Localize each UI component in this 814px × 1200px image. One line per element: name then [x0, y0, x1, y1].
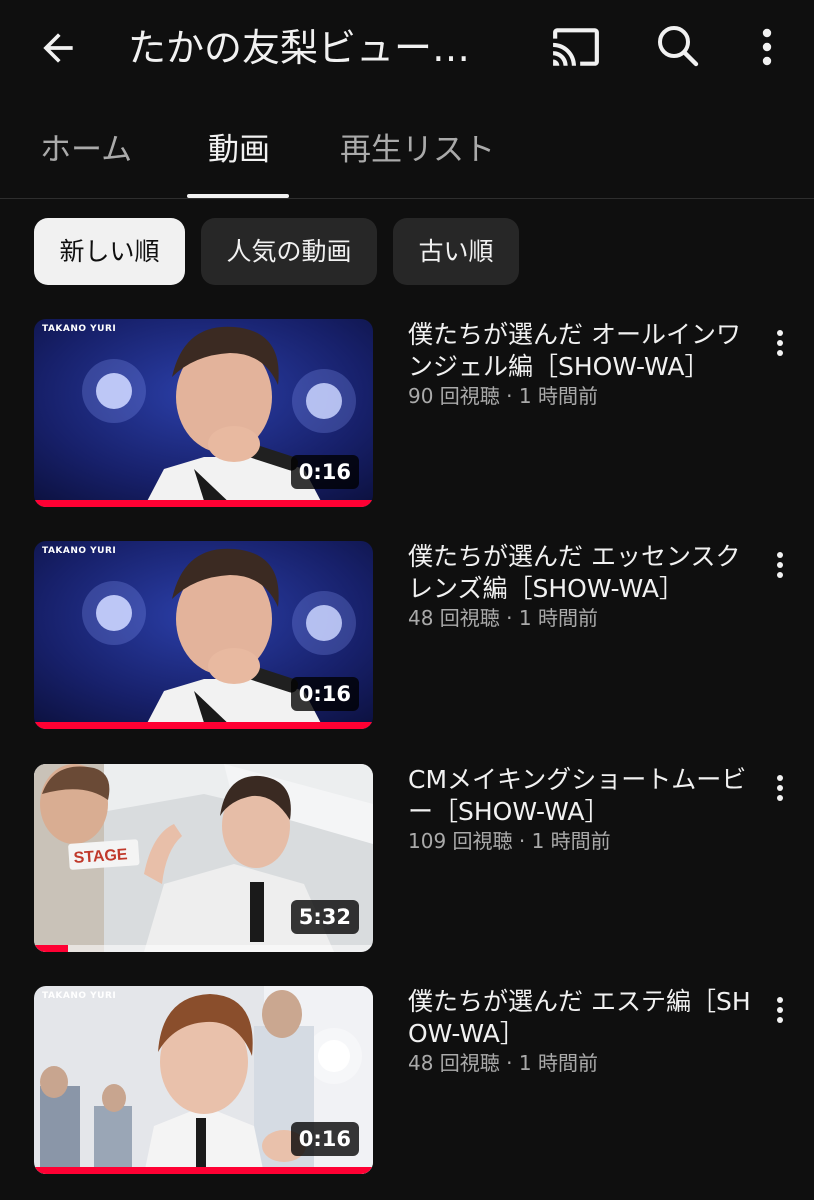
channel-brand-text: TAKANO YURI — [42, 991, 117, 1001]
app-bar: たかの友梨ビュー… — [0, 0, 814, 100]
video-duration: 5:32 — [290, 900, 359, 934]
video-title[interactable]: 僕たちが選んだ エステ編［SHOW-WA］ — [408, 986, 753, 1050]
video-title[interactable]: CMメイキングショートムービー［SHOW-WA］ — [408, 764, 753, 828]
tab-home[interactable]: ホーム — [40, 126, 132, 174]
more-options-button[interactable] — [746, 22, 788, 72]
video-item[interactable]: TAKANO YURI 0:16 僕たちが選んだ エステ編［SHOW-WA］ 4… — [0, 986, 814, 1176]
channel-brand-text: TAKANO YURI — [42, 546, 117, 556]
back-button[interactable] — [30, 24, 86, 72]
video-meta: 48 回視聴 · 1 時間前 — [408, 1051, 598, 1075]
watch-progress-bar — [34, 945, 373, 952]
video-more-button[interactable] — [764, 990, 796, 1030]
video-thumbnail[interactable]: TAKANO YURI 0:16 — [34, 319, 373, 507]
video-title[interactable]: 僕たちが選んだ エッセンスクレンズ編［SHOW-WA］ — [408, 541, 753, 605]
watch-progress-bar — [34, 500, 373, 507]
video-more-button[interactable] — [764, 768, 796, 808]
watch-progress-fill — [34, 500, 373, 507]
chip-newest[interactable]: 新しい順 — [34, 218, 185, 285]
video-more-button[interactable] — [764, 323, 796, 363]
video-item[interactable]: TAKANO YURI 0:16 僕たちが選んだ エッセンスクレンズ編［SHOW… — [0, 541, 814, 731]
more-vert-icon — [777, 775, 783, 801]
chip-oldest[interactable]: 古い順 — [393, 218, 519, 285]
more-vert-icon — [777, 330, 783, 356]
tab-playlists[interactable]: 再生リスト — [340, 126, 495, 174]
video-meta: 109 回視聴 · 1 時間前 — [408, 829, 611, 853]
video-duration: 0:16 — [290, 455, 359, 489]
video-thumbnail[interactable]: STAGE 5:32 — [34, 764, 373, 952]
watch-progress-fill — [34, 722, 373, 729]
video-more-button[interactable] — [764, 545, 796, 585]
active-tab-indicator — [187, 194, 289, 198]
chip-popular[interactable]: 人気の動画 — [201, 218, 377, 285]
search-button[interactable] — [652, 20, 704, 72]
watch-progress-bar — [34, 722, 373, 729]
watch-progress-bar — [34, 1167, 373, 1174]
video-duration: 0:16 — [290, 1122, 359, 1156]
cast-icon — [553, 28, 599, 66]
more-vert-icon — [777, 552, 783, 578]
video-meta: 90 回視聴 · 1 時間前 — [408, 384, 598, 408]
video-thumbnail[interactable]: TAKANO YURI 0:16 — [34, 541, 373, 729]
channel-title: たかの友梨ビュー… — [128, 26, 471, 70]
video-thumbnail[interactable]: TAKANO YURI 0:16 — [34, 986, 373, 1174]
more-vert-icon — [762, 28, 772, 66]
video-item[interactable]: TAKANO YURI 0:16 僕たちが選んだ オールインワンジェル編［SHO… — [0, 319, 814, 509]
cast-button[interactable] — [548, 22, 604, 72]
tab-videos[interactable]: 動画 — [208, 126, 270, 174]
video-meta: 48 回視聴 · 1 時間前 — [408, 606, 598, 630]
channel-tabs: ホーム 動画 再生リスト — [0, 110, 814, 199]
arrow-back-icon — [43, 33, 73, 63]
watch-progress-fill — [34, 945, 68, 952]
video-duration: 0:16 — [290, 677, 359, 711]
video-title[interactable]: 僕たちが選んだ オールインワンジェル編［SHOW-WA］ — [408, 319, 753, 383]
video-item[interactable]: STAGE 5:32 CMメイキングショートムービー［SHOW-WA］ 109 … — [0, 764, 814, 954]
watch-progress-fill — [34, 1167, 373, 1174]
search-icon — [658, 26, 699, 67]
more-vert-icon — [777, 997, 783, 1023]
channel-brand-text: TAKANO YURI — [42, 324, 117, 334]
